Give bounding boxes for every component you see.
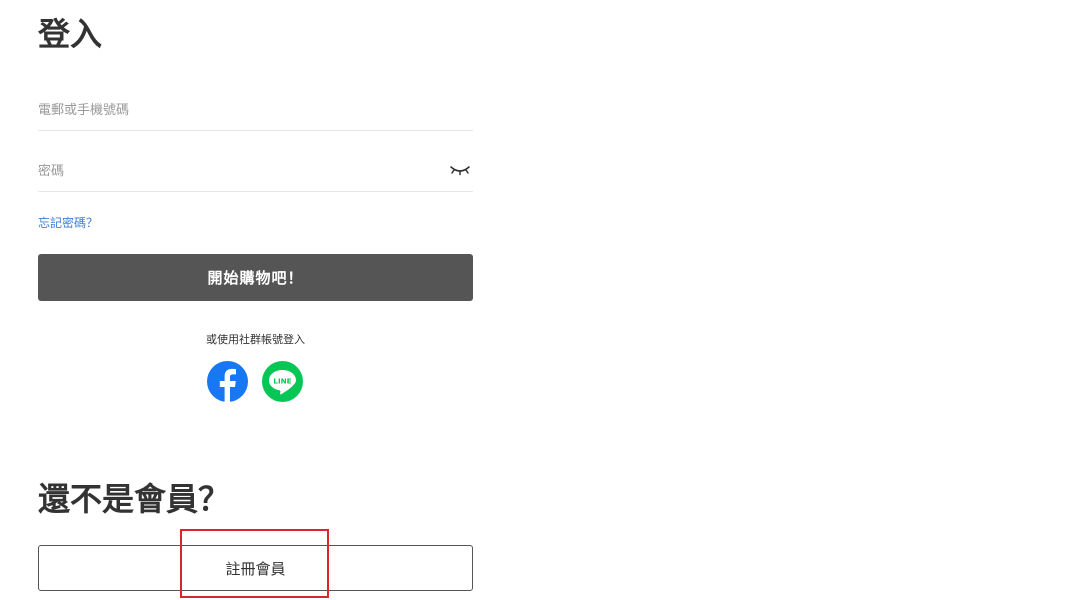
eye-closed-icon[interactable]: [449, 162, 471, 178]
login-title: 登入: [38, 15, 103, 53]
password-field-wrapper: [38, 151, 473, 192]
line-icon-label: LINE: [273, 376, 291, 385]
email-input[interactable]: [38, 90, 438, 130]
social-login-hint: 或使用社群帳號登入: [206, 333, 305, 346]
facebook-icon[interactable]: [207, 361, 248, 402]
login-page: 登入 忘記密碼？ 開始購物吧！ 或使用社群帳號登入: [0, 0, 1080, 600]
social-login-row: LINE: [207, 361, 303, 402]
start-shopping-button[interactable]: 開始購物吧！: [38, 254, 473, 301]
register-member-button[interactable]: 註冊會員: [38, 545, 473, 591]
password-input[interactable]: [38, 151, 438, 191]
signup-title: 還不是會員？: [38, 480, 231, 518]
email-field-wrapper: [38, 90, 473, 131]
line-icon[interactable]: LINE: [262, 361, 303, 402]
forgot-password-link[interactable]: 忘記密碼？: [38, 214, 98, 231]
